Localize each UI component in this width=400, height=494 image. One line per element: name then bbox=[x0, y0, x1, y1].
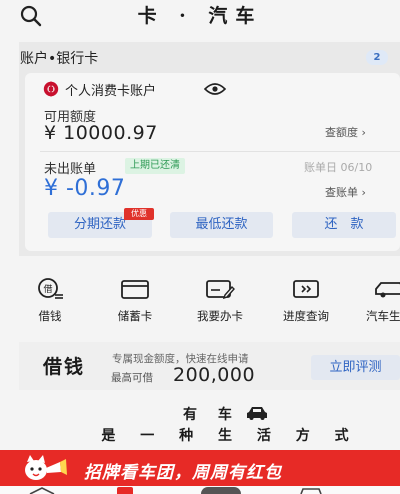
available-limit-value: ¥ 10000.97 bbox=[44, 122, 158, 144]
borrow-icon: 借 bbox=[38, 278, 63, 299]
promo-tag: 优惠 bbox=[124, 208, 154, 220]
nav-center-icon[interactable] bbox=[201, 487, 241, 494]
account-section-title[interactable]: 账户•银行卡 bbox=[20, 48, 98, 68]
card-account-name: 个人消费卡账户 bbox=[65, 84, 157, 99]
bank-logo-icon bbox=[43, 81, 59, 97]
bottom-nav bbox=[0, 486, 400, 494]
action-debit-card[interactable]: 储蓄卡 bbox=[100, 278, 170, 324]
check-limit-link[interactable]: 查额度 › bbox=[325, 124, 366, 140]
slogan-line-2: 是 一 种 生 活 方 式 bbox=[101, 428, 359, 444]
action-borrow[interactable]: 借 借钱 bbox=[15, 278, 85, 324]
page-title: 卡 · 汽车 bbox=[137, 5, 263, 27]
unbilled-label: 未出账单 bbox=[44, 162, 97, 177]
loan-title: 借钱 bbox=[43, 356, 86, 378]
loan-max-value: 200,000 bbox=[173, 364, 256, 386]
nav-home-icon[interactable] bbox=[28, 487, 56, 494]
eye-icon[interactable] bbox=[204, 82, 226, 96]
apply-card-icon bbox=[206, 280, 235, 300]
svg-text:借: 借 bbox=[43, 283, 52, 295]
unbilled-amount: ¥ -0.97 bbox=[44, 176, 126, 201]
action-apply-card[interactable]: 我要办卡 bbox=[185, 278, 255, 324]
billing-date: 账单日 06/10 bbox=[304, 161, 373, 174]
action-label: 储蓄卡 bbox=[117, 309, 153, 323]
paid-status-badge: 上期已还清 bbox=[125, 158, 185, 174]
action-car-life[interactable]: 汽车生 bbox=[352, 278, 400, 324]
action-label: 借钱 bbox=[38, 309, 62, 323]
account-count-badge: 2 bbox=[366, 50, 388, 65]
loan-max-label: 最高可借 bbox=[111, 372, 153, 384]
check-bill-link[interactable]: 查账单 › bbox=[325, 184, 366, 200]
action-label: 进度查询 bbox=[283, 309, 329, 323]
progress-icon bbox=[293, 280, 319, 298]
car-life-icon bbox=[375, 282, 400, 298]
promo-banner-text: 招牌看车团，周周有红包 bbox=[84, 463, 282, 483]
action-label: 我要办卡 bbox=[197, 309, 243, 323]
nav-shop-icon[interactable] bbox=[298, 487, 324, 494]
mascot-icon bbox=[25, 455, 67, 480]
action-progress[interactable]: 进度查询 bbox=[271, 278, 341, 324]
repay-button[interactable]: 还 款 bbox=[292, 212, 396, 238]
min-payment-button[interactable]: 最低还款 bbox=[170, 212, 273, 238]
debit-card-icon bbox=[121, 280, 149, 299]
action-label: 汽车生 bbox=[366, 309, 400, 323]
car-icon bbox=[247, 407, 267, 420]
quick-actions: 借 借钱 储蓄卡 我要办卡 进度查询 汽车生 bbox=[0, 278, 400, 326]
slogan-line-1: 有 车 bbox=[183, 407, 240, 423]
evaluate-now-button[interactable]: 立即评测 bbox=[311, 355, 400, 380]
divider bbox=[40, 151, 400, 152]
nav-card-icon[interactable] bbox=[117, 487, 133, 494]
